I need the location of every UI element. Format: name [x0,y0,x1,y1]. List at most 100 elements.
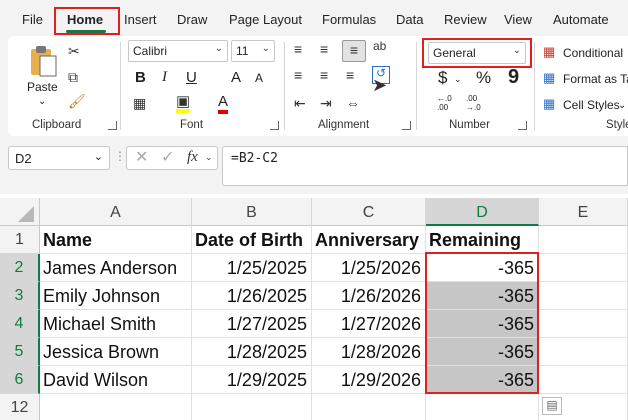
font-launcher-icon[interactable] [270,121,279,130]
enter-icon[interactable]: ✓ [161,150,174,166]
italic-button[interactable]: I [162,69,167,86]
borders-icon[interactable]: ▦ [133,96,146,110]
cell-c4[interactable]: 1/27/2026 [312,310,426,338]
cell-a6[interactable]: David Wilson [40,366,192,394]
tab-view[interactable]: View [504,12,532,27]
cell-e6[interactable] [539,366,628,394]
row-header-3[interactable]: 3 [0,282,40,310]
shrink-font-button[interactable]: A [255,71,263,85]
align-center-icon[interactable]: ≡ [320,68,328,82]
cell-c6[interactable]: 1/29/2026 [312,366,426,394]
conditional-formatting-icon[interactable]: ▦ [543,45,555,58]
alignment-launcher-icon[interactable] [402,121,411,130]
format-as-table-icon[interactable]: ▦ [543,71,555,84]
decrease-indent-icon[interactable]: ⇤ [294,96,306,110]
paste-icon[interactable] [28,44,58,78]
cell-d12[interactable] [426,394,539,420]
format-as-table-button[interactable]: Format as Ta [563,72,628,86]
align-left-icon[interactable]: ≡ [294,68,302,82]
cancel-icon[interactable]: ✕ [135,150,148,166]
tab-automate[interactable]: Automate [553,12,609,27]
name-box[interactable]: D2 ⌄ [8,146,110,170]
cell-e2[interactable] [539,254,628,282]
percent-button[interactable]: % [476,68,491,88]
column-header-c[interactable]: C [312,198,426,226]
cell-b4[interactable]: 1/27/2025 [192,310,312,338]
underline-button[interactable]: U [186,69,197,86]
cell-b3[interactable]: 1/26/2025 [192,282,312,310]
cell-c3[interactable]: 1/26/2026 [312,282,426,310]
align-middle-icon[interactable]: ≡ [320,42,328,56]
cell-e4[interactable] [539,310,628,338]
column-header-b[interactable]: B [192,198,312,226]
cell-styles-icon[interactable]: ▦ [543,97,555,110]
align-right-icon[interactable]: ≡ [346,68,354,82]
cell-c2[interactable]: 1/25/2026 [312,254,426,282]
cell-a2[interactable]: James Anderson [40,254,192,282]
font-name-dropdown[interactable]: Calibri ⌄ [128,40,228,62]
chevron-down-icon[interactable]: ⌄ [618,100,626,111]
copy-icon[interactable]: ⧉ [68,70,78,84]
increase-indent-icon[interactable]: ⇥ [320,96,332,110]
tab-review[interactable]: Review [444,12,487,27]
increase-decimal-button[interactable]: ←.0 .00 [437,94,452,112]
cut-icon[interactable]: ✂ [68,44,80,58]
tab-formulas[interactable]: Formulas [322,12,376,27]
cell-e5[interactable] [539,338,628,366]
font-size-dropdown[interactable]: 11 ⌄ [231,40,275,62]
align-top-icon[interactable]: ≡ [294,42,302,56]
cell-c1[interactable]: Anniversary [312,226,426,254]
formula-input[interactable]: =B2-C2 [222,146,628,186]
cell-d1[interactable]: Remaining [426,226,539,254]
row-header-5[interactable]: 5 [0,338,40,366]
row-header-2[interactable]: 2 [0,254,40,282]
paste-label[interactable]: Paste [27,80,58,94]
paste-dropdown-icon[interactable]: ⌄ [38,96,46,107]
cell-b2[interactable]: 1/25/2025 [192,254,312,282]
column-header-d[interactable]: D [426,198,539,226]
decrease-decimal-button[interactable]: .00 →.0 [466,94,481,112]
quick-analysis-icon[interactable]: ▤ [542,397,562,415]
insert-function-button[interactable]: fx [187,150,198,165]
row-header-6[interactable]: 6 [0,366,40,394]
cell-e3[interactable] [539,282,628,310]
cell-a12[interactable] [40,394,192,420]
cell-a1[interactable]: Name [40,226,192,254]
cell-b5[interactable]: 1/28/2025 [192,338,312,366]
chevron-down-icon[interactable]: ⌄ [205,153,213,162]
cell-e1[interactable] [539,226,628,254]
row-header-4[interactable]: 4 [0,310,40,338]
tab-insert[interactable]: Insert [124,12,157,27]
tab-page-layout[interactable]: Page Layout [229,12,302,27]
align-bottom-icon[interactable]: ≡ [342,40,366,62]
row-header-12[interactable]: 12 [0,394,40,420]
orientation-icon[interactable]: ab [373,40,386,52]
grow-font-button[interactable]: A [231,69,241,86]
number-launcher-icon[interactable] [518,121,527,130]
conditional-formatting-button[interactable]: Conditional [563,46,623,60]
cell-a5[interactable]: Jessica Brown [40,338,192,366]
cell-styles-button[interactable]: Cell Styles [563,98,620,112]
row-header-1[interactable]: 1 [0,226,40,254]
cell-a4[interactable]: Michael Smith [40,310,192,338]
currency-button[interactable]: $ [438,68,447,88]
chevron-down-icon[interactable]: ⌄ [94,150,103,163]
cell-c5[interactable]: 1/28/2026 [312,338,426,366]
bold-button[interactable]: B [135,69,146,86]
comma-style-button[interactable]: 9 [508,66,519,89]
format-painter-icon[interactable]: 🖌 [68,94,86,108]
merge-center-icon[interactable]: ⇔ [346,96,360,110]
cell-b1[interactable]: Date of Birth [192,226,312,254]
tab-data[interactable]: Data [396,12,423,27]
column-header-a[interactable]: A [40,198,192,226]
tab-draw[interactable]: Draw [177,12,207,27]
font-color-button[interactable]: A [218,93,229,114]
cell-b12[interactable] [192,394,312,420]
tab-file[interactable]: File [22,12,43,27]
cell-a3[interactable]: Emily Johnson [40,282,192,310]
chevron-down-icon[interactable]: ⌄ [454,74,462,85]
more-options-icon[interactable]: ⋮ [114,150,126,162]
fill-color-icon[interactable]: ▣ [176,94,191,113]
cell-b6[interactable]: 1/29/2025 [192,366,312,394]
clipboard-launcher-icon[interactable] [108,121,117,130]
